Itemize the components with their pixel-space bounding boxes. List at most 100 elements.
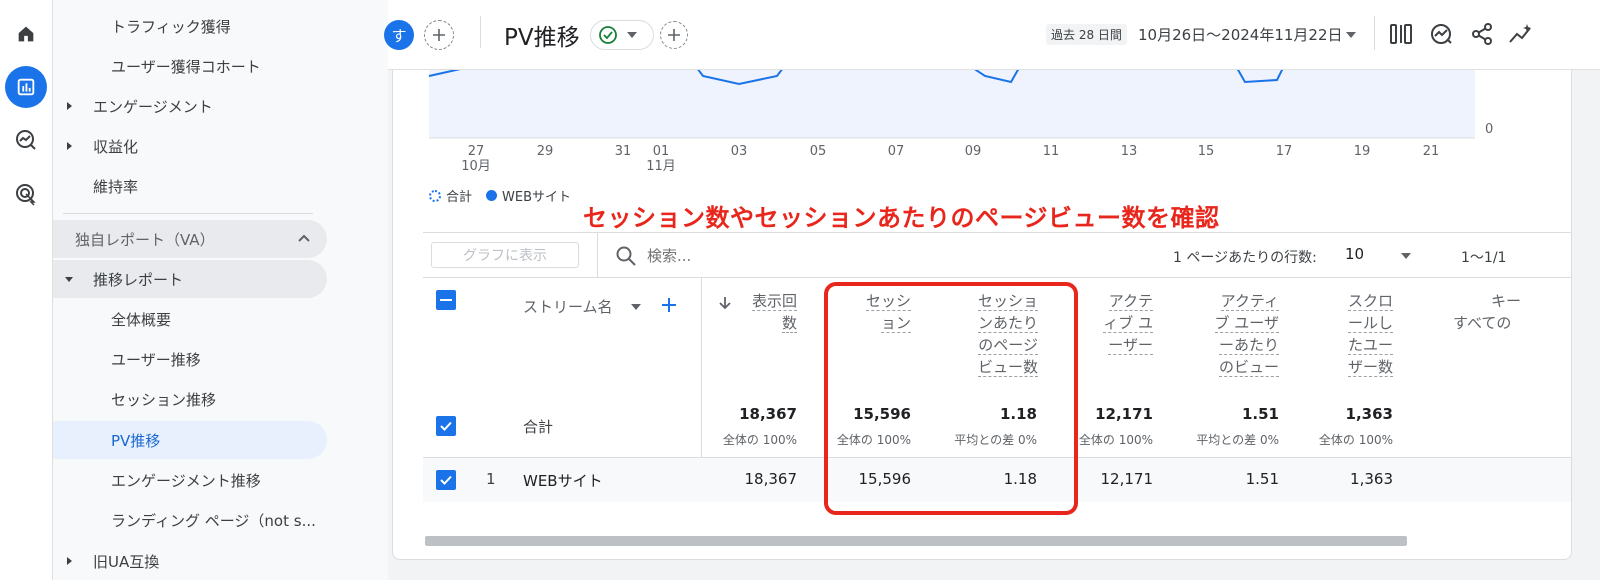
header-divider — [1374, 16, 1375, 50]
dropdown-arrow-icon — [627, 32, 637, 38]
nav-rail — [0, 0, 53, 580]
totals-checkbox[interactable] — [436, 416, 456, 436]
total-views: 18,367 — [739, 405, 797, 423]
explore-icon[interactable] — [5, 119, 47, 161]
total-scrolled-users: 1,363 — [1345, 405, 1393, 423]
column-header-active-users[interactable]: アクテ ィブ ユーザー — [1083, 290, 1153, 356]
customize-report-icon[interactable] — [1388, 22, 1414, 46]
row-scrolled-users: 1,363 — [1350, 470, 1393, 488]
expand-arrow-icon — [67, 142, 72, 150]
plus-icon — [668, 29, 680, 41]
legend-total-marker — [429, 189, 441, 202]
check-icon — [440, 475, 452, 485]
sidebar-item-retention[interactable]: 維持率 — [53, 167, 333, 205]
rows-dropdown-arrow-icon[interactable] — [1401, 253, 1411, 259]
sidebar-item-engagement[interactable]: エンゲージメント — [53, 87, 333, 125]
sidebar-item-user-trend[interactable]: ユーザー推移 — [53, 340, 333, 378]
toolbar-bottom-border — [423, 277, 1571, 278]
total-views-per-active-user: 1.51 — [1241, 405, 1279, 423]
sidebar-item-label: ランディング ページ（not s... — [111, 511, 316, 530]
x-tick-label: 15 — [1197, 144, 1215, 159]
column-header-views-per-active-user[interactable]: アクティブ ユーザ ーあたり のビュー — [1193, 290, 1279, 378]
sidebar-item-engagement-trend[interactable]: エンゲージメント推移 — [53, 461, 333, 499]
totals-label: 合計 — [523, 418, 554, 436]
rows-per-page-select[interactable]: 10 — [1345, 245, 1364, 263]
x-tick-label: 03 — [730, 144, 748, 159]
y-axis-zero-label: 0 — [1485, 122, 1494, 137]
date-dropdown-arrow-icon[interactable] — [1346, 32, 1356, 38]
home-icon[interactable] — [5, 13, 47, 55]
add-dimension-icon[interactable] — [661, 297, 677, 313]
toolbar-top-border — [423, 232, 1571, 233]
x-tick-label: 17 — [1275, 144, 1293, 159]
row-views-per-active-user: 1.51 — [1245, 470, 1279, 488]
sidebar-item-label: 推移レポート — [93, 270, 184, 289]
page-title: PV推移 — [504, 25, 580, 51]
x-tick-label: 21 — [1422, 144, 1440, 159]
sidebar-item-user-acquisition-cohort[interactable]: ユーザー獲得コホート — [53, 47, 333, 85]
x-tick-label: 09 — [964, 144, 982, 159]
sidebar-item-session-trend[interactable]: セッション推移 — [53, 380, 333, 418]
comparison-chip-avatar[interactable]: す — [384, 20, 414, 50]
chart-area-fill — [429, 70, 1475, 138]
column-header-scrolled-users[interactable]: スクロ ールし たユー ザー数 — [1323, 290, 1393, 378]
x-tick-label: 27 10月 — [461, 144, 491, 174]
reports-icon[interactable] — [5, 66, 47, 108]
line-chart — [428, 70, 1475, 139]
sidebar-item-monetization[interactable]: 収益化 — [53, 127, 333, 165]
select-all-checkbox[interactable] — [436, 290, 456, 310]
highlight-box — [824, 282, 1078, 515]
check-icon — [440, 421, 452, 431]
sidebar-item-label: ユーザー獲得コホート — [111, 57, 261, 76]
header-divider — [480, 16, 481, 48]
sidebar-item-overview[interactable]: 全体概要 — [53, 300, 333, 338]
report-card: 0 27 10月 29 31 01 11月 03 05 07 09 11 13 15… — [392, 70, 1572, 560]
legend-series-label: WEBサイト — [502, 190, 572, 205]
add-filter-button[interactable] — [660, 21, 688, 49]
x-tick-label: 07 — [887, 144, 905, 159]
legend-series-marker — [486, 190, 498, 201]
indeterminate-mark — [440, 299, 452, 301]
legend-total-label: 合計 — [446, 190, 473, 205]
plot-rows-button[interactable]: グラフに表示 — [431, 242, 579, 268]
dimension-header[interactable]: ストリーム名 — [523, 296, 613, 317]
main-content: す PV推移 過去 28 日間 10月26日〜2024年11月22日 0 27 … — [384, 0, 1600, 580]
x-tick-label: 19 — [1353, 144, 1371, 159]
chevron-up-icon[interactable] — [297, 233, 311, 243]
horizontal-scrollbar[interactable] — [425, 536, 1407, 546]
sidebar-item-label: ユーザー推移 — [111, 350, 201, 369]
sidebar-item-landing-page[interactable]: ランディング ページ（not s... — [53, 501, 333, 539]
row-dimension-value[interactable]: WEBサイト — [523, 470, 603, 491]
search-input[interactable] — [647, 244, 847, 268]
sidebar-item-traffic-acquisition[interactable]: トラフィック獲得 — [53, 7, 333, 45]
sidebar-item-label: 維持率 — [93, 177, 139, 196]
sidebar-item-label: 独自レポート（VA） — [75, 230, 215, 249]
sidebar-item-pv-trend[interactable]: PV推移 — [53, 421, 327, 459]
column-header-key-events[interactable]: キー すべての — [1453, 290, 1571, 334]
sidebar-item-label: 全体概要 — [111, 310, 172, 329]
dimension-dropdown-icon[interactable] — [631, 304, 641, 310]
sidebar-topic-trend-report[interactable]: 推移レポート — [53, 260, 327, 298]
compare-icon[interactable] — [1428, 22, 1454, 46]
sidebar-item-label: PV推移 — [111, 431, 161, 450]
column-header-views[interactable]: 表示回数 — [733, 290, 797, 334]
share-icon[interactable] — [1470, 22, 1494, 46]
insights-icon[interactable] — [1508, 22, 1534, 46]
sidebar-item-legacy-ua[interactable]: 旧UA互換 — [53, 542, 333, 580]
expand-arrow-icon — [67, 557, 72, 565]
total-views-per-active-user-sub: 平均との差 0% — [1196, 433, 1279, 447]
sidebar-item-label: トラフィック獲得 — [111, 17, 231, 36]
advertising-icon[interactable] — [5, 173, 47, 215]
sidebar-collection-custom[interactable]: 独自レポート（VA） — [53, 220, 327, 258]
annotation-text: セッション数やセッションあたりのページビュー数を確認 — [583, 204, 1220, 232]
sidebar-item-label: 旧UA互換 — [93, 552, 160, 571]
date-range-text[interactable]: 10月26日〜2024年11月22日 — [1138, 24, 1343, 45]
sort-descending-icon[interactable] — [719, 296, 731, 310]
add-comparison-button[interactable] — [424, 20, 454, 50]
expand-arrow-icon — [67, 102, 72, 110]
collapse-arrow-icon — [65, 277, 73, 282]
report-status-chip[interactable] — [590, 20, 654, 50]
x-tick-label: 31 — [614, 144, 632, 159]
sidebar-item-label: エンゲージメント推移 — [111, 471, 261, 490]
row-checkbox[interactable] — [436, 470, 456, 490]
